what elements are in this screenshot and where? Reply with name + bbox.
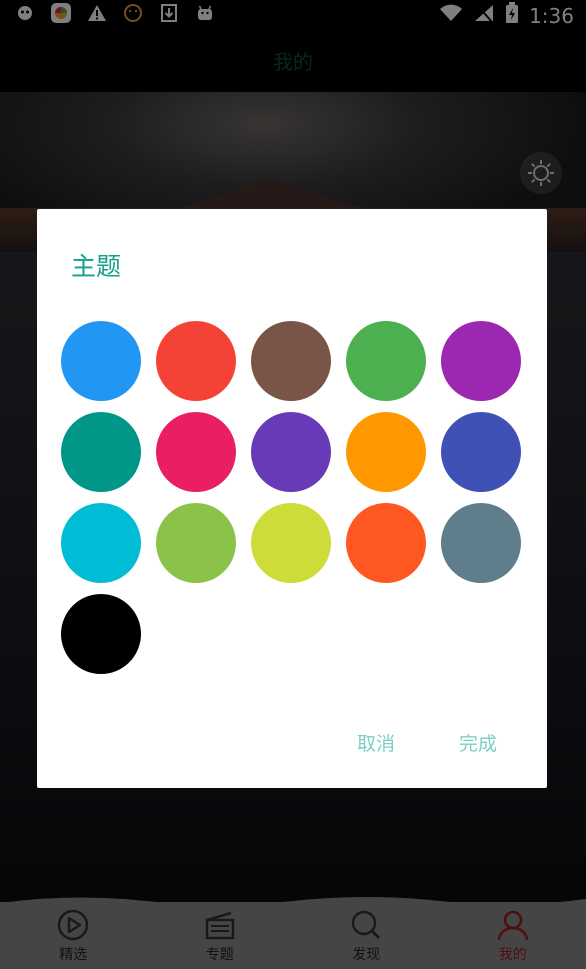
confirm-button[interactable]: 完成 (459, 729, 497, 756)
color-swatch[interactable] (61, 412, 141, 492)
color-swatch[interactable] (251, 503, 331, 583)
color-swatch[interactable] (346, 412, 426, 492)
color-swatch[interactable] (156, 503, 236, 583)
color-swatch[interactable] (61, 594, 141, 674)
color-swatch[interactable] (156, 412, 236, 492)
color-swatch[interactable] (441, 412, 521, 492)
color-swatch[interactable] (251, 321, 331, 401)
dialog-title: 主题 (71, 252, 122, 281)
color-swatch[interactable] (346, 321, 426, 401)
color-swatch[interactable] (441, 321, 521, 401)
color-swatch[interactable] (61, 321, 141, 401)
color-swatch[interactable] (156, 321, 236, 401)
cancel-button[interactable]: 取消 (357, 729, 395, 756)
theme-dialog: 主题 取消 完成 (37, 209, 547, 788)
color-swatch[interactable] (61, 503, 141, 583)
color-swatch[interactable] (441, 503, 521, 583)
color-swatch[interactable] (346, 503, 426, 583)
color-swatch[interactable] (251, 412, 331, 492)
